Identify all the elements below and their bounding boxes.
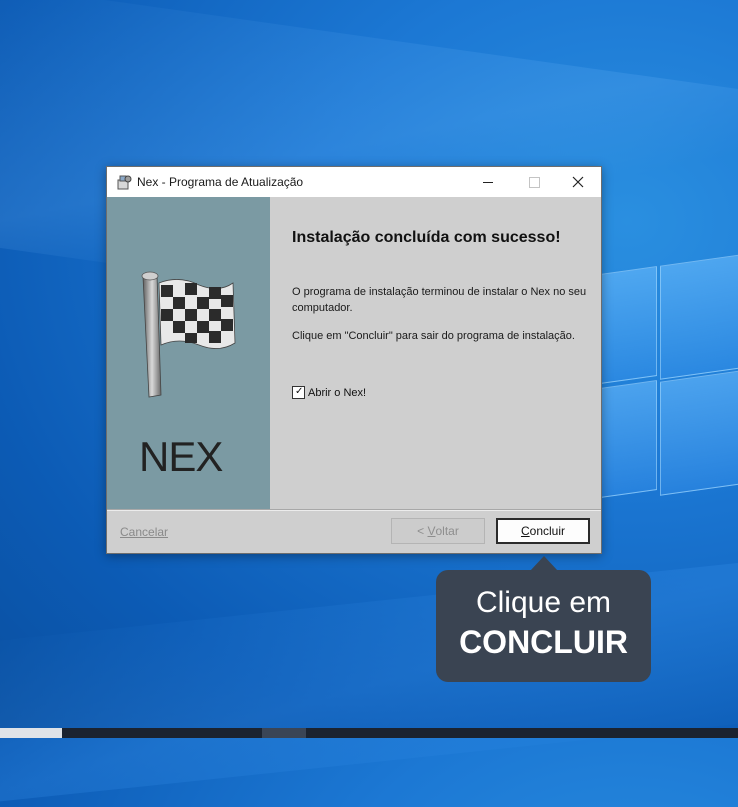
minimize-button[interactable] [465, 167, 511, 197]
back-button[interactable]: < Voltar [391, 518, 485, 544]
callout-line1: Clique em [475, 586, 612, 619]
finish-button[interactable]: Concluir [496, 518, 590, 544]
finish-instructions: Clique em "Concluir" para sair do progra… [292, 330, 575, 342]
minimize-icon [483, 181, 493, 183]
open-nex-option[interactable]: ✓ Abrir o Nex! [292, 386, 366, 399]
back-button-accel: V [427, 524, 436, 538]
maximize-button[interactable] [511, 167, 557, 197]
cancel-button[interactable]: Cancelar [120, 525, 168, 539]
finish-button-accel: C [520, 524, 530, 538]
completion-message: O programa de instalação terminou de ins… [292, 286, 587, 314]
installer-app-icon [117, 175, 132, 190]
nex-logo-text: NEX [139, 435, 223, 475]
page-title: Instalação concluída com sucesso! [292, 229, 561, 246]
instruction-callout: Clique em CONCLUIR [436, 556, 651, 682]
taskbar [0, 728, 738, 738]
nex-logo: NEX [139, 435, 224, 475]
callout-pointer [530, 556, 558, 571]
logo-pane [600, 379, 657, 499]
content-area: Instalação concluída com sucesso! O prog… [270, 197, 601, 509]
logo-pane [600, 265, 657, 385]
checkmark-icon: ✓ [295, 386, 304, 397]
maximize-icon [528, 176, 540, 188]
side-banner: NEX [107, 197, 270, 509]
taskbar-search-area[interactable] [0, 728, 62, 738]
window-title: Nex - Programa de Atualização [137, 175, 304, 189]
footer-divider [107, 509, 601, 510]
back-button-prefix: < [417, 524, 428, 538]
callout-line2: CONCLUIR [459, 624, 628, 660]
back-button-label: oltar [435, 524, 459, 538]
logo-pane [660, 254, 738, 380]
windows-logo-background [600, 254, 738, 500]
setup-dialog: Nex - Programa de Atualização NEX Instal… [106, 166, 602, 554]
close-button[interactable] [555, 167, 601, 197]
title-bar[interactable]: Nex - Programa de Atualização [107, 167, 601, 197]
open-nex-checkbox[interactable]: ✓ [292, 386, 305, 399]
logo-pane [660, 370, 738, 496]
close-icon [572, 176, 584, 188]
finish-button-label: oncluir [529, 524, 566, 538]
taskbar-app-button[interactable] [262, 728, 306, 738]
checkered-flag-icon [141, 271, 236, 398]
open-nex-label[interactable]: Abrir o Nex! [308, 387, 366, 399]
